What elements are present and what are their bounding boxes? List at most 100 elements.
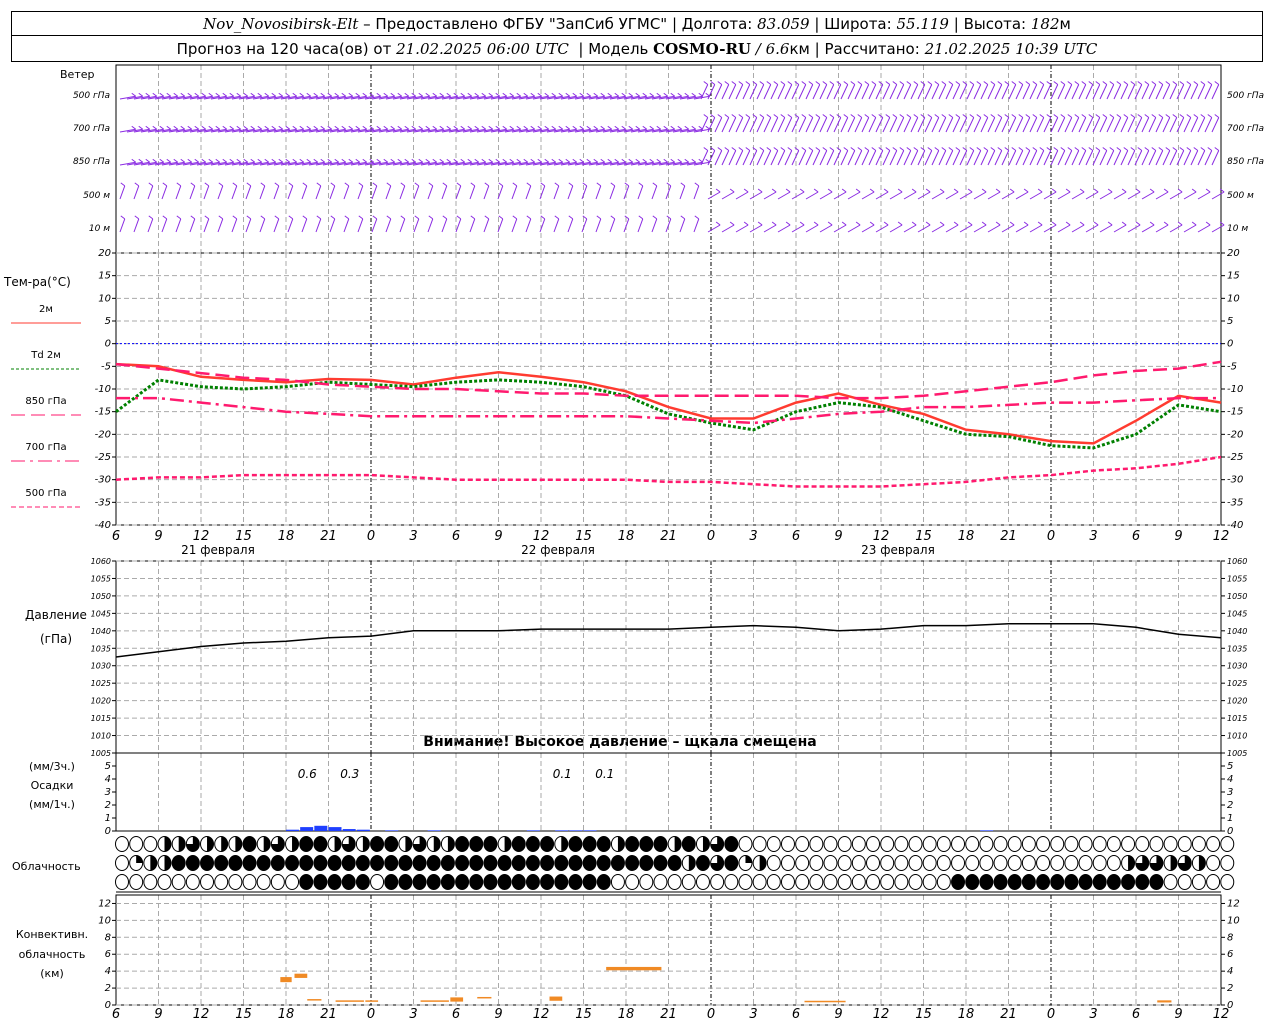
wind-barb-feather bbox=[162, 215, 168, 220]
precip-bar bbox=[980, 830, 994, 831]
cloud-fill bbox=[447, 836, 455, 852]
wind-barb bbox=[1057, 150, 1066, 166]
wind-barb-feather bbox=[334, 158, 340, 163]
wind-barb bbox=[1085, 150, 1094, 166]
wind-barb bbox=[987, 224, 1001, 233]
wind-barb-feather bbox=[152, 92, 158, 97]
precip-tick-label: 2 bbox=[105, 800, 111, 811]
wind-barb-feather bbox=[801, 114, 807, 118]
wind-barb-feather bbox=[229, 92, 235, 97]
wind-barb bbox=[854, 150, 863, 166]
wind-barb-feather bbox=[568, 215, 574, 220]
cloud-fill bbox=[568, 855, 582, 871]
wind-barb-feather bbox=[544, 92, 550, 97]
wind-barb-feather bbox=[869, 221, 875, 226]
cloud-symbol bbox=[894, 836, 909, 852]
wind-barb bbox=[329, 185, 336, 200]
time-tick-label: 9 bbox=[1174, 529, 1182, 544]
wind-barb-feather bbox=[414, 182, 420, 187]
wind-barb-feather bbox=[677, 158, 683, 163]
pressure-tick-label: 1060 bbox=[1227, 557, 1247, 566]
wind-barb-feather bbox=[526, 215, 532, 220]
wind-barb bbox=[1183, 150, 1192, 166]
wind-barb-feather bbox=[159, 92, 165, 97]
wind-barb bbox=[301, 185, 308, 200]
wind-barb bbox=[1029, 117, 1038, 133]
cloud-symbol bbox=[1064, 855, 1079, 871]
wind-barb-feather bbox=[829, 147, 835, 151]
wind-barb bbox=[756, 84, 765, 100]
wind-barb-feather bbox=[201, 92, 207, 97]
wind-barb-feather bbox=[759, 147, 765, 151]
wind-barb bbox=[1127, 117, 1136, 133]
precip-bar bbox=[286, 829, 299, 831]
wind-barb-feather bbox=[498, 182, 504, 187]
cloud-fill bbox=[384, 874, 398, 890]
wind-barb bbox=[826, 150, 835, 166]
time-tick-label: 21 bbox=[320, 1007, 337, 1022]
cloud-symbol bbox=[780, 836, 795, 852]
wind-barb-feather bbox=[474, 125, 480, 130]
wind-barb-feather bbox=[257, 92, 263, 97]
wind-barb-feather bbox=[201, 158, 207, 163]
cloud-symbol bbox=[1121, 836, 1136, 852]
cloud-symbol bbox=[738, 874, 753, 890]
wind-barb-feather bbox=[173, 92, 179, 97]
cloud-symbol bbox=[1191, 874, 1206, 890]
wind-barb-feather bbox=[348, 92, 354, 97]
wind-barb bbox=[1001, 150, 1010, 166]
wind-barb-feather bbox=[787, 114, 793, 118]
wind-barb bbox=[721, 191, 735, 200]
cloud-fill bbox=[483, 874, 497, 890]
time-tick-label: 6 bbox=[452, 529, 460, 544]
wind-barb-feather bbox=[1009, 188, 1015, 193]
wind-barb bbox=[1148, 117, 1157, 133]
wind-barb bbox=[875, 84, 884, 100]
conv-tick-label: 12 bbox=[1227, 898, 1240, 909]
time-tick-label: 12 bbox=[193, 529, 210, 544]
wind-barb-feather bbox=[1018, 147, 1024, 151]
wind-barb-feather bbox=[1165, 81, 1171, 85]
time-tick-label: 12 bbox=[873, 529, 890, 544]
wind-barb-feather bbox=[871, 147, 877, 151]
wind-barb bbox=[875, 117, 884, 133]
cloud-fill bbox=[455, 874, 469, 890]
cloud-fill bbox=[356, 874, 370, 890]
wind-barb bbox=[952, 84, 961, 100]
wind-barb-feather bbox=[502, 125, 508, 130]
wind-barb bbox=[1169, 224, 1183, 233]
wind-barb-feather bbox=[815, 81, 821, 85]
wind-barb bbox=[707, 224, 721, 233]
wind-barb-feather bbox=[1179, 114, 1185, 118]
wind-barb-feather bbox=[299, 158, 305, 163]
cloud-fill bbox=[568, 874, 582, 890]
cloud-fill bbox=[186, 855, 200, 871]
wind-barb-feather bbox=[663, 125, 669, 130]
wind-barb-feather bbox=[1200, 81, 1206, 85]
wind-barb-feather bbox=[911, 221, 917, 226]
wind-barb bbox=[805, 191, 819, 200]
wind-barb-feather bbox=[222, 125, 228, 130]
wind-barb-feather bbox=[320, 125, 326, 130]
wind-barb bbox=[1071, 84, 1080, 100]
wind-barb bbox=[1099, 224, 1113, 233]
cloud-fill bbox=[441, 874, 455, 890]
cloud-fill bbox=[1008, 874, 1022, 890]
wind-barb bbox=[343, 218, 350, 233]
precip-bar bbox=[314, 825, 328, 831]
wind-barb-feather bbox=[264, 158, 270, 163]
wind-barb-feather bbox=[467, 158, 473, 163]
wind-barb bbox=[910, 150, 919, 166]
wind-barb-feather bbox=[470, 215, 476, 220]
wind-barb-feather bbox=[176, 182, 182, 187]
wind-barb-feather bbox=[442, 182, 448, 187]
wind-barb-feather bbox=[1158, 147, 1164, 151]
wind-barb-feather bbox=[372, 182, 378, 187]
cloud-fill bbox=[561, 836, 568, 852]
time-tick-label: 18 bbox=[278, 529, 295, 544]
wind-barb bbox=[1008, 117, 1017, 133]
wind-barb-feather bbox=[920, 114, 926, 118]
wind-barb-feather bbox=[621, 125, 627, 130]
wind-barb-feather bbox=[222, 92, 228, 97]
wind-barb bbox=[910, 117, 919, 133]
